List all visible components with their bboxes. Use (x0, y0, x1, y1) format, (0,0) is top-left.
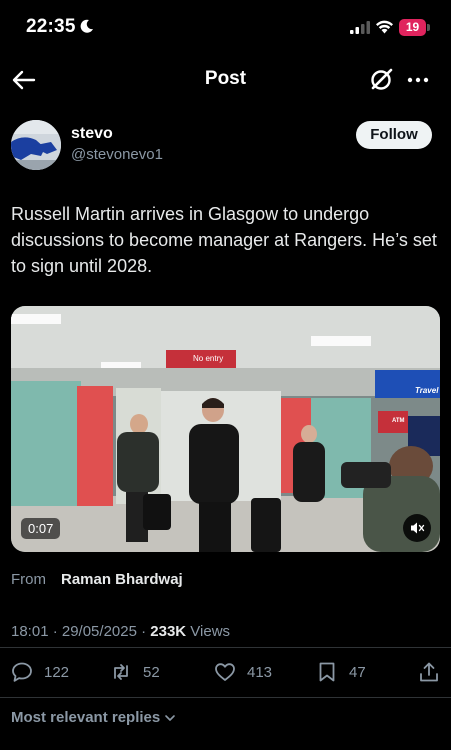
video-frame (11, 306, 440, 552)
replies-sort-dropdown[interactable]: Most relevant replies (11, 709, 176, 726)
heart-icon (215, 663, 235, 681)
status-time: 22:35 (26, 16, 76, 37)
reply-count: 122 (44, 663, 70, 681)
repost-count: 52 (143, 663, 160, 681)
follow-button[interactable]: Follow (356, 121, 432, 149)
bookmark-button[interactable]: 47 (316, 657, 366, 687)
chevron-down-icon (165, 714, 176, 721)
post-text: Russell Martin arrives in Glasgow to und… (11, 204, 437, 276)
replies-sort-label: Most relevant replies (11, 709, 161, 726)
reply-button[interactable]: 122 (11, 657, 69, 687)
moon-icon (80, 19, 93, 33)
volume-muted-icon[interactable] (403, 514, 431, 542)
wifi-icon (376, 20, 393, 34)
grok-icon[interactable] (369, 66, 395, 92)
post-timestamp: 18:01 · 29/05/2025 · (11, 623, 151, 640)
repost-icon (114, 664, 128, 680)
views-label: Views (186, 623, 231, 640)
battery-level: 19 (399, 19, 426, 36)
video-sign-atm: ATM (392, 418, 405, 424)
battery-indicator: 19 (399, 19, 430, 36)
more-horizontal-icon[interactable] (406, 70, 430, 90)
post-meta: 18:01 · 29/05/2025 · 233K Views (11, 623, 230, 640)
author-handle[interactable]: @stevonevo1 (71, 146, 163, 163)
video-sign-no-entry: No entry (193, 354, 224, 363)
views-count: 233K (150, 623, 187, 640)
divider (0, 697, 451, 698)
repost-button[interactable]: 52 (110, 657, 160, 687)
from-source-name[interactable]: Raman Bhardwaj (61, 571, 183, 588)
bookmark-count: 47 (349, 663, 366, 681)
post-header: Post (0, 56, 451, 104)
cellular-signal-icon (350, 21, 370, 34)
author-display-name[interactable]: stevo (71, 125, 113, 143)
video-player[interactable]: No entry Travel ATM 0:07 (11, 306, 440, 552)
like-count: 413 (247, 663, 273, 681)
divider (0, 647, 451, 648)
like-button[interactable]: 413 (214, 657, 272, 687)
post-actions: 122 52 413 47 (0, 657, 451, 687)
avatar[interactable] (11, 120, 61, 170)
reply-icon (12, 662, 32, 682)
from-label: From (11, 571, 46, 588)
video-sign-travel: Travel (415, 386, 439, 395)
video-duration: 0:07 (21, 518, 61, 539)
status-bar: 22:35 19 (0, 0, 451, 56)
avatar-image (11, 120, 61, 170)
bookmark-icon (319, 662, 335, 682)
share-button[interactable] (418, 657, 440, 687)
share-icon (420, 662, 438, 682)
